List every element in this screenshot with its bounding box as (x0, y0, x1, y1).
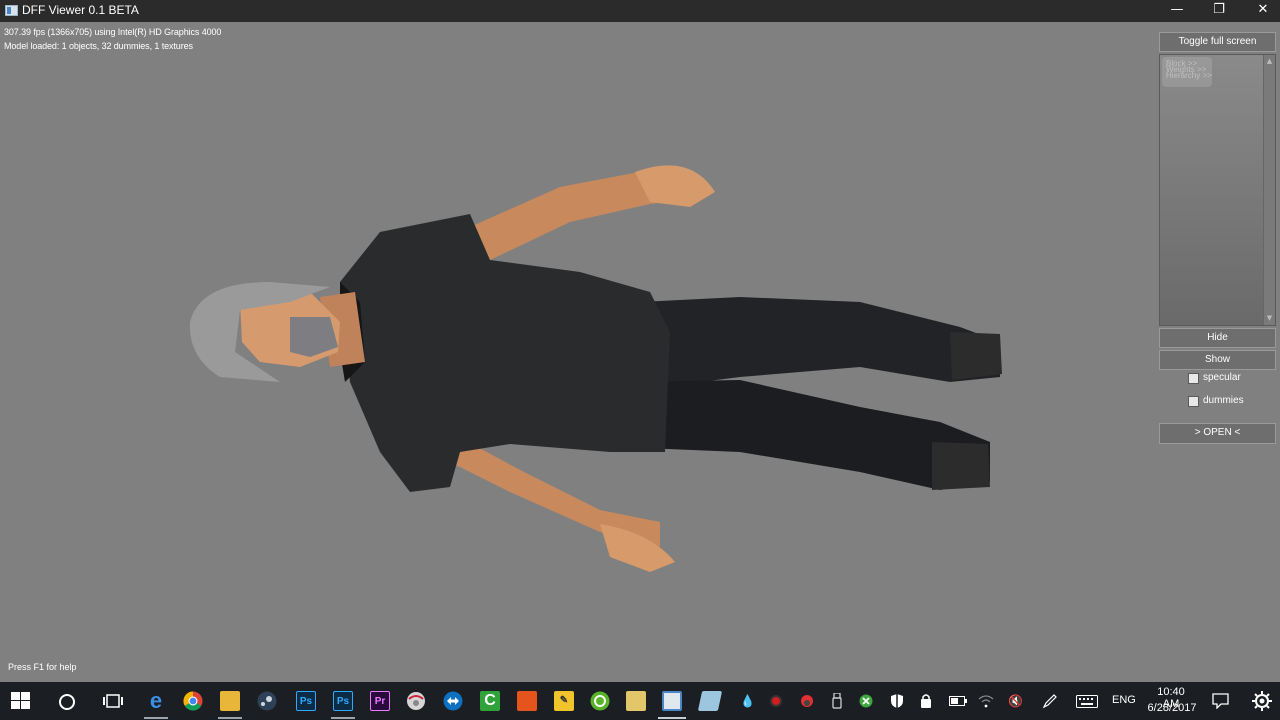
torso (340, 214, 670, 492)
show-button[interactable]: Show (1159, 350, 1276, 370)
shoe-top (950, 332, 1002, 380)
task-view-icon[interactable] (103, 693, 123, 709)
drop-icon[interactable]: 💧 (740, 694, 755, 708)
red-shield-icon[interactable] (800, 694, 814, 708)
premiere-icon[interactable]: Pr (370, 691, 390, 711)
dff-viewer-running-indicator (658, 717, 686, 719)
usb-icon[interactable] (832, 693, 842, 709)
dummies-label: dummies (1203, 395, 1244, 406)
scroll-up-arrow-icon[interactable]: ▲ (1265, 57, 1274, 66)
specular-label: specular (1203, 372, 1241, 383)
record-icon[interactable] (769, 694, 783, 708)
language-indicator[interactable]: ENG (1112, 694, 1136, 706)
specular-checkbox[interactable] (1188, 373, 1199, 384)
edge-running-indicator (144, 717, 168, 719)
leg-top (640, 297, 1000, 387)
explorer-running-indicator (218, 717, 242, 719)
character-model[interactable] (180, 152, 1020, 572)
model-status: Model loaded: 1 objects, 32 dummies, 1 t… (4, 41, 193, 51)
minimize-button[interactable]: — (1154, 0, 1200, 22)
help-hint: Press F1 for help (8, 662, 77, 672)
crystal-icon[interactable] (697, 691, 723, 711)
app-icon (5, 5, 18, 16)
volume-muted-icon[interactable]: 🔇 (1008, 694, 1023, 708)
camtasia-icon[interactable]: C (480, 691, 500, 711)
refresh-circle-icon[interactable] (590, 691, 610, 711)
open-button[interactable]: > OPEN < (1159, 423, 1276, 444)
scroll-down-arrow-icon[interactable]: ▼ (1265, 314, 1274, 323)
green-x-icon[interactable] (859, 694, 873, 708)
keyboard-icon[interactable] (1076, 695, 1098, 708)
edge-icon[interactable]: e (146, 690, 166, 712)
clock-date[interactable]: 6/28/2017 (1145, 702, 1199, 714)
dummies-checkbox[interactable] (1188, 396, 1199, 407)
toggle-fullscreen-button[interactable]: Toggle full screen (1159, 32, 1276, 52)
taskbar: e Ps Ps Pr C ✎ 💧 🔇 ENG 10:40 AM 6/28/201… (0, 682, 1280, 720)
node-list-panel[interactable]: Block >> Weights >> Hierarchy >> ▲ ▼ (1159, 54, 1276, 326)
hide-button[interactable]: Hide (1159, 328, 1276, 348)
restore-button[interactable]: ❐ (1196, 0, 1242, 22)
globe-icon[interactable] (406, 691, 426, 711)
photoshop-running-indicator (331, 717, 355, 719)
fps-readout: 307.39 fps (1366x705) using Intel(R) HD … (4, 27, 222, 37)
list-item[interactable]: Hierarchy >> (1166, 72, 1256, 80)
title-bar: DFF Viewer 0.1 BETA — ❐ ✕ (0, 0, 1280, 22)
notification-icon[interactable] (1212, 693, 1229, 709)
battery-icon[interactable] (949, 696, 967, 706)
close-button[interactable]: ✕ (1240, 0, 1280, 22)
folder-icon[interactable] (220, 691, 240, 711)
photoshop-icon[interactable]: Ps (296, 691, 316, 711)
wifi-icon[interactable] (978, 694, 994, 708)
dff-viewer-icon[interactable] (662, 691, 682, 711)
picture-icon[interactable] (626, 691, 646, 711)
photoshop-icon[interactable]: Ps (333, 691, 353, 711)
teamviewer-icon[interactable] (443, 691, 463, 711)
pen-icon[interactable] (1042, 693, 1058, 709)
gear-icon[interactable] (1252, 691, 1272, 711)
defender-icon[interactable] (890, 693, 904, 709)
model-viewport[interactable]: 307.39 fps (1366x705) using Intel(R) HD … (0, 22, 1280, 682)
steam-icon[interactable] (257, 691, 277, 711)
windows-logo-icon[interactable] (11, 692, 31, 710)
list-scrollbar[interactable]: ▲ ▼ (1263, 55, 1275, 325)
lock-icon[interactable] (920, 693, 932, 709)
orange-app-icon[interactable] (517, 691, 537, 711)
window-title: DFF Viewer 0.1 BETA (22, 3, 139, 17)
chrome-icon[interactable] (183, 691, 203, 711)
cortana-circle-icon[interactable] (58, 693, 76, 711)
node-list: Block >> Weights >> Hierarchy >> (1166, 60, 1256, 80)
shoe-bottom (932, 442, 990, 490)
pencil-icon[interactable]: ✎ (554, 691, 574, 711)
